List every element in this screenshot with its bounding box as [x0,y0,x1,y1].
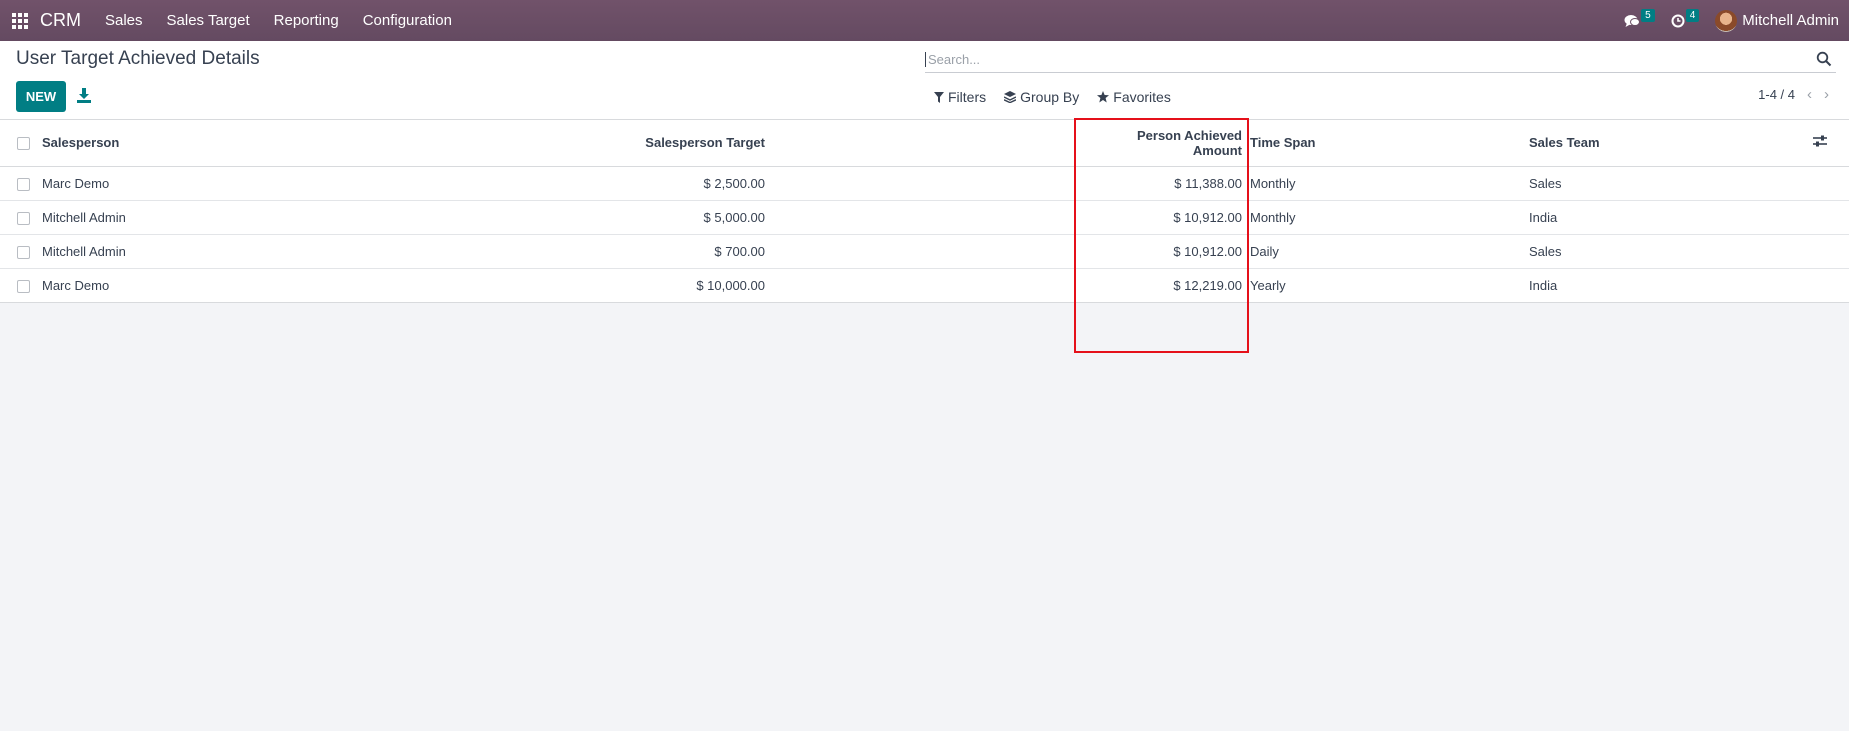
search-bar [925,47,1836,73]
cell-target: $ 5,000.00 [578,200,769,235]
filter-icon [934,91,944,103]
user-menu[interactable]: Mitchell Admin [1715,9,1839,32]
header-person-achieved-amount[interactable]: Person Achieved Amount [1084,120,1246,167]
row-checkbox[interactable] [17,245,30,259]
messages-badge: 5 [1641,9,1655,22]
cell-salesperson: Marc Demo [42,277,110,293]
page-title: User Target Achieved Details [16,48,260,69]
search-icon[interactable] [1816,51,1832,67]
menu-configuration[interactable]: Configuration [351,0,464,41]
chevron-left-icon[interactable]: ‹ [1807,86,1812,103]
filters-button[interactable]: Filters [934,89,986,105]
avatar [1715,9,1738,32]
activities-badge: 4 [1685,9,1700,22]
search-options: Filters Group By Favorites [934,89,1171,105]
pager-value[interactable]: 1-4 / 4 [1758,87,1795,102]
records-table: Salesperson Salesperson Target Person Ac… [0,120,1849,302]
clock-icon [1671,14,1685,27]
cell-sales-team: India [1529,277,1558,293]
pager: 1-4 / 4 ‹ › [1758,86,1829,103]
cell-time-span: Yearly [1250,277,1286,293]
layers-icon [1004,91,1017,103]
table-row[interactable]: Marc Demo $ 10,000.00 $ 12,219.00 Yearly… [0,268,1849,302]
table-row[interactable]: Mitchell Admin $ 5,000.00 $ 10,912.00 Mo… [0,200,1849,235]
messages-systray[interactable]: 5 [1624,9,1655,28]
apps-menu-icon[interactable] [0,0,40,41]
cell-target: $ 10,000.00 [696,277,765,293]
cell-time-span: Monthly [1246,166,1525,201]
favorites-button[interactable]: Favorites [1097,89,1171,105]
table-header-row: Salesperson Salesperson Target Person Ac… [0,120,1849,167]
cell-sales-team: Sales [1525,166,1809,201]
header-salesperson[interactable]: Salesperson [38,120,578,167]
cell-achieved: $ 10,912.00 [1084,234,1246,269]
top-navbar: CRM Sales Sales Target Reporting Configu… [0,0,1849,41]
favorites-label: Favorites [1113,89,1171,105]
new-button[interactable]: NEW [16,81,66,112]
list-view: Salesperson Salesperson Target Person Ac… [0,120,1849,303]
header-sales-team[interactable]: Sales Team [1525,120,1809,167]
cell-sales-team: Sales [1525,234,1809,269]
cell-achieved: $ 11,388.00 [1084,166,1246,201]
app-brand[interactable]: CRM [40,10,81,31]
control-panel: User Target Achieved Details NEW Filters… [0,41,1849,120]
cell-time-span: Daily [1246,234,1525,269]
row-checkbox[interactable] [17,211,30,225]
row-checkbox[interactable] [17,177,30,191]
menu-sales-target[interactable]: Sales Target [155,0,262,41]
header-time-span[interactable]: Time Span [1246,120,1525,167]
row-checkbox[interactable] [17,279,30,293]
table-row[interactable]: Mitchell Admin $ 700.00 $ 10,912.00 Dail… [0,234,1849,269]
search-input[interactable] [925,52,1836,67]
cell-time-span: Monthly [1246,200,1525,235]
cell-salesperson: Mitchell Admin [38,234,578,269]
select-all-checkbox[interactable] [17,137,30,151]
group-by-button[interactable]: Group By [1004,89,1079,105]
cell-achieved: $ 12,219.00 [1173,277,1242,293]
optional-columns-icon[interactable] [1813,135,1827,147]
cell-target: $ 700.00 [578,234,769,269]
chat-icon [1624,14,1641,27]
filters-label: Filters [948,89,987,105]
header-salesperson-target[interactable]: Salesperson Target [578,120,769,167]
cell-achieved: $ 10,912.00 [1084,200,1246,235]
activities-systray[interactable]: 4 [1671,9,1700,28]
cell-salesperson: Mitchell Admin [38,200,578,235]
chevron-right-icon[interactable]: › [1824,86,1829,103]
cell-salesperson: Marc Demo [38,166,578,201]
cell-target: $ 2,500.00 [578,166,769,201]
menu-sales[interactable]: Sales [93,0,155,41]
table-row[interactable]: Marc Demo $ 2,500.00 $ 11,388.00 Monthly… [0,166,1849,201]
star-icon [1097,91,1110,103]
user-name: Mitchell Admin [1742,12,1839,29]
download-icon[interactable] [76,86,92,104]
group-by-label: Group By [1020,89,1080,105]
cell-sales-team: India [1525,200,1809,235]
menu-reporting[interactable]: Reporting [262,0,351,41]
